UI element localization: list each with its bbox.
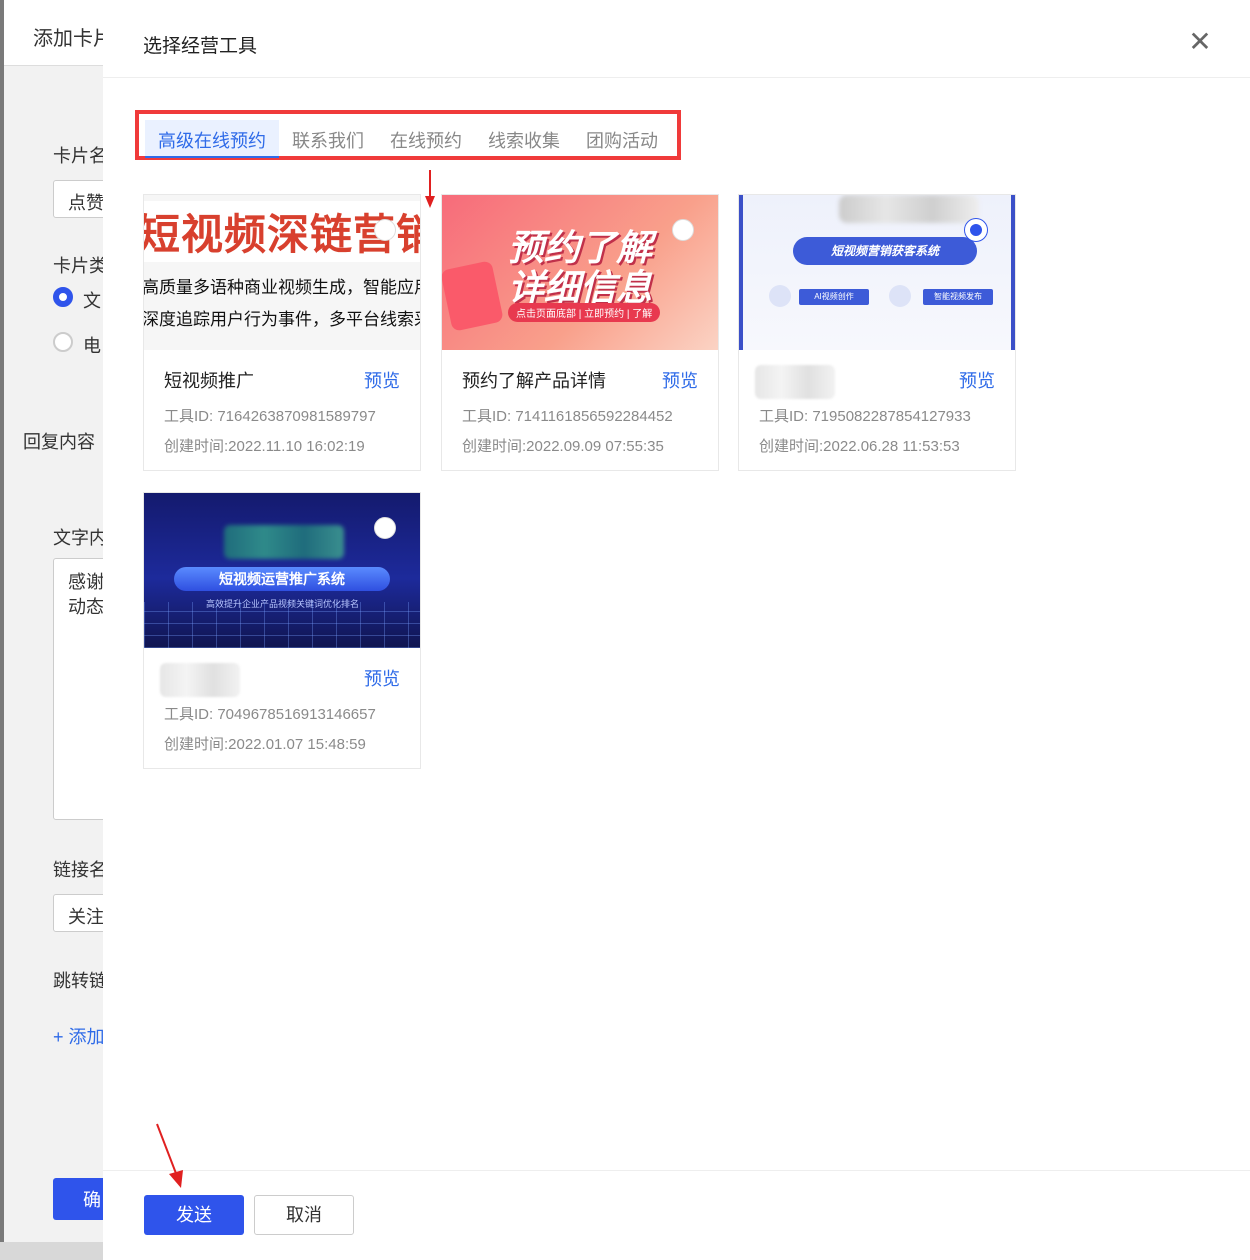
- tool-card-image: 短视频运营推广系统 高效提升企业产品视频关键词优化排名: [144, 493, 420, 648]
- tab-contact-us[interactable]: 联系我们: [279, 120, 377, 158]
- created-time: 创建时间:2022.09.09 07:55:35: [462, 438, 664, 455]
- background-label: 卡片类: [53, 256, 107, 276]
- preview-link[interactable]: 预览: [959, 367, 995, 393]
- blurred-name: [755, 365, 835, 399]
- cancel-button[interactable]: 取消: [254, 1195, 354, 1235]
- tool-card[interactable]: 短视频营销获客系统 AI视频创作 智能视频发布 预览 工具ID: 7195082…: [738, 194, 1016, 471]
- select-tool-modal: 选择经营工具 ✕ 高级在线预约 联系我们 在线预约 线索收集 团购活动 短视频深…: [103, 0, 1250, 1260]
- tool-type-tabs: 高级在线预约 联系我们 在线预约 线索收集 团购活动: [145, 120, 671, 158]
- tab-group-buy[interactable]: 团购活动: [573, 120, 671, 158]
- tab-lead-collection[interactable]: 线索收集: [475, 120, 573, 158]
- background-radio: [53, 332, 73, 352]
- image-grid: [144, 602, 420, 648]
- card-select-radio[interactable]: [374, 219, 396, 241]
- tool-card-image: 短视频营销获客系统 AI视频创作 智能视频发布: [739, 195, 1015, 350]
- background-input-value: 关注: [68, 907, 104, 927]
- blurred-name: [160, 663, 240, 697]
- background-textarea-line: 感谢: [68, 572, 104, 592]
- created-time: 创建时间:2022.01.07 15:48:59: [164, 736, 366, 753]
- background-label: 文字内: [53, 528, 107, 548]
- background-input-value: 点赞: [68, 193, 104, 213]
- image-line: 高质量多语种商业视频生成，智能应用: [144, 278, 420, 297]
- image-banner: 短视频营销获客系统: [793, 237, 977, 265]
- image-banner: 短视频运营推广系统: [174, 567, 390, 591]
- background-radio-label: 文: [83, 291, 101, 311]
- preview-link[interactable]: 预览: [662, 367, 698, 393]
- image-pill: 点击页面底部 | 立即预约 | 了解: [508, 303, 661, 322]
- background-radio: [53, 287, 73, 307]
- blurred-region: [224, 525, 344, 559]
- created-time: 创建时间:2022.11.10 16:02:19: [164, 438, 365, 455]
- tool-card-image: 预约了解 详细信息 点击页面底部 | 立即预约 | 了解: [442, 195, 718, 350]
- send-button[interactable]: 发送: [144, 1195, 244, 1235]
- tool-id: 工具ID: 7141161856592284452: [462, 408, 673, 425]
- tab-advanced-online-booking[interactable]: 高级在线预约: [145, 120, 279, 158]
- blurred-region: [839, 195, 979, 223]
- modal-header: 选择经营工具 ✕: [103, 0, 1250, 78]
- preview-link[interactable]: 预览: [364, 367, 400, 393]
- modal-title: 选择经营工具: [143, 36, 258, 57]
- tool-card-name: 短视频推广: [164, 371, 254, 391]
- annotation-arrow-icon: [425, 170, 435, 208]
- background-textarea-line: 动态: [68, 597, 104, 617]
- tool-id: 工具ID: 7195082287854127933: [759, 408, 971, 425]
- background-label: 卡片名: [53, 146, 107, 166]
- phone-icon: [442, 260, 504, 332]
- image-button: AI视频创作: [799, 289, 869, 305]
- tool-card[interactable]: 预约了解 详细信息 点击页面底部 | 立即预约 | 了解 预约了解产品详情 预览…: [441, 194, 719, 471]
- background-label: 链接名: [53, 860, 107, 880]
- background-label: 跳转链: [53, 971, 107, 991]
- tab-online-booking[interactable]: 在线预约: [377, 120, 475, 158]
- preview-link[interactable]: 预览: [364, 665, 400, 691]
- annotation-arrow-icon: [156, 1123, 183, 1188]
- tool-card-name: 预约了解产品详情: [462, 371, 606, 391]
- background-title: 添加卡片: [33, 28, 113, 50]
- background-add-link: + 添加: [53, 1027, 105, 1047]
- background-radio-label: 电: [83, 336, 101, 356]
- tool-id: 工具ID: 7049678516913146657: [164, 706, 376, 723]
- card-select-radio[interactable]: [374, 517, 396, 539]
- tool-id: 工具ID: 7164263870981589797: [164, 408, 376, 425]
- image-line: 深度追踪用户行为事件，多平台线索采: [144, 310, 420, 329]
- doc-icon: [769, 285, 791, 307]
- card-select-radio[interactable]: [672, 219, 694, 241]
- chart-icon: [889, 285, 911, 307]
- card-select-radio[interactable]: [965, 219, 987, 241]
- modal-footer: 发送 取消: [103, 1170, 1250, 1260]
- tool-card[interactable]: 短视频深链营销 高质量多语种商业视频生成，智能应用 深度追踪用户行为事件，多平台…: [143, 194, 421, 471]
- created-time: 创建时间:2022.06.28 11:53:53: [759, 438, 960, 455]
- tool-card[interactable]: 短视频运营推广系统 高效提升企业产品视频关键词优化排名 预览 工具ID: 704…: [143, 492, 421, 769]
- tool-card-image: 短视频深链营销 高质量多语种商业视频生成，智能应用 深度追踪用户行为事件，多平台…: [144, 195, 420, 350]
- close-icon[interactable]: ✕: [1186, 28, 1214, 56]
- image-button: 智能视频发布: [923, 289, 993, 305]
- background-section-title: 回复内容: [23, 432, 95, 452]
